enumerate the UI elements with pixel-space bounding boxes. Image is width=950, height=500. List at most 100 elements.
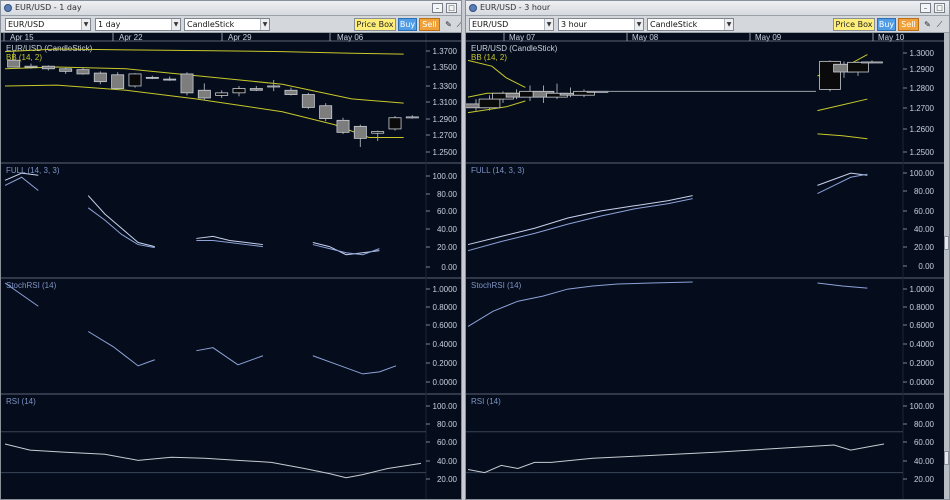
chevron-down-icon: ▼ — [81, 19, 90, 30]
bollinger-band-line — [467, 59, 526, 88]
axis-tick-label: 60.00 — [437, 207, 458, 216]
axis-tick-label: 0.2000 — [910, 359, 935, 368]
price-box-button[interactable]: Price Box — [833, 18, 875, 31]
axis-tick-label: 80.00 — [437, 420, 458, 429]
chart-type-select[interactable]: CandleStick ▼ — [647, 18, 734, 31]
window-titlebar[interactable]: EUR/USD - 3 hour – □ — [466, 1, 949, 16]
date-label: May 07 — [509, 33, 536, 42]
axis-tick-label: 100.00 — [433, 172, 458, 181]
buy-button[interactable]: Buy — [398, 18, 417, 31]
maximize-button[interactable]: □ — [446, 3, 457, 13]
candle-body — [319, 105, 333, 120]
axis-tick-label: 1.0000 — [910, 285, 935, 294]
candle-body — [128, 73, 142, 87]
candle-body — [847, 61, 869, 73]
chart-window-daily[interactable]: EUR/USD - 1 day – □ EUR/USD ▼ 1 day ▼ Cand… — [0, 0, 462, 500]
axis-tick-label: 0.8000 — [433, 303, 458, 312]
axis-tick-label: 1.3300 — [433, 82, 458, 91]
candle-body — [405, 116, 419, 119]
chevron-down-icon: ▼ — [171, 19, 180, 30]
axis-tick-label: 100.00 — [433, 402, 458, 411]
candle-body — [267, 85, 281, 88]
candle-body — [197, 89, 211, 99]
axis-tick-label: 40.00 — [914, 225, 935, 234]
axis-tick-label: 0.00 — [441, 263, 457, 272]
candle-body — [24, 65, 38, 68]
pencil-icon[interactable]: ✎ — [443, 19, 454, 30]
symbol-select-value: EUR/USD — [472, 20, 509, 29]
timeframe-select[interactable]: 1 day ▼ — [95, 18, 181, 31]
axis-tick-label: 20.00 — [437, 475, 458, 484]
axis-tick-label: 0.0000 — [433, 378, 458, 387]
axis-tick-label: 0.8000 — [910, 303, 935, 312]
date-label: Apr 29 — [228, 33, 252, 42]
axis-tick-label: 20.00 — [914, 243, 935, 252]
axis-tick-label: 100.00 — [910, 169, 935, 178]
minimize-button[interactable]: – — [920, 3, 931, 13]
axis-tick-label: 0.2000 — [433, 359, 458, 368]
axis-tick-label: 1.2500 — [910, 148, 935, 157]
chart-area[interactable]: May 07 May 08 May 09 May 10 EUR/USD (CandleS… — [466, 33, 949, 499]
candle-body — [215, 92, 229, 96]
bollinger-band-line — [817, 98, 868, 112]
symbol-select[interactable]: EUR/USD ▼ — [5, 18, 91, 31]
sell-button[interactable]: Sell — [898, 18, 919, 31]
axis-tick-label: 60.00 — [914, 207, 935, 216]
chart-window-3hour[interactable]: EUR/USD - 3 hour – □ EUR/USD ▼ 3 hour ▼ Ca… — [465, 0, 950, 500]
stochrsi-line — [312, 355, 397, 375]
axis-tick-label: 40.00 — [437, 457, 458, 466]
axis-tick-label: 1.3100 — [433, 98, 458, 107]
axis-tick-label: 80.00 — [914, 420, 935, 429]
axis-tick-label: 40.00 — [437, 225, 458, 234]
candle-body — [301, 94, 315, 108]
chart-area[interactable]: Apr 15 Apr 22 Apr 29 May 06 EUR/USD (CandleS… — [1, 33, 461, 499]
buy-button[interactable]: Buy — [877, 18, 896, 31]
scroll-thumb[interactable] — [944, 451, 949, 465]
line-tool-icon[interactable]: ⟋ — [934, 19, 945, 30]
candle-body — [180, 73, 194, 94]
panel-title: StochRSI (14) — [471, 281, 522, 290]
axis-tick-label: 20.00 — [914, 475, 935, 484]
date-label: Apr 15 — [10, 33, 34, 42]
stoch-d-line — [467, 198, 693, 252]
scroll-thumb[interactable] — [944, 236, 949, 250]
line-tool-icon[interactable]: ⟋ — [454, 19, 461, 30]
candle-body — [353, 125, 367, 139]
axis-tick-label: 1.2800 — [910, 84, 935, 93]
chart-type-select[interactable]: CandleStick ▼ — [184, 18, 270, 31]
pencil-icon[interactable]: ✎ — [922, 19, 933, 30]
date-label: May 08 — [632, 33, 659, 42]
stoch-d-line — [817, 173, 868, 195]
axis-tick-label: 1.3700 — [433, 47, 458, 56]
timeframe-select-value: 3 hour — [561, 20, 587, 29]
symbol-select[interactable]: EUR/USD ▼ — [469, 18, 554, 31]
date-label: May 09 — [755, 33, 782, 42]
window-title: EUR/USD - 1 day — [15, 3, 82, 12]
chart-scrollbar[interactable] — [944, 33, 949, 499]
axis-tick-label: 1.2700 — [910, 104, 935, 113]
axis-tick-label: 60.00 — [914, 438, 935, 447]
minimize-button[interactable]: – — [432, 3, 443, 13]
axis-tick-label: 60.00 — [437, 438, 458, 447]
panel-title: RSI (14) — [6, 397, 36, 406]
stoch-k-line — [817, 172, 868, 186]
chart-canvas[interactable]: May 07 May 08 May 09 May 10 EUR/USD (CandleS… — [466, 33, 946, 500]
price-box-button[interactable]: Price Box — [354, 18, 396, 31]
sell-button[interactable]: Sell — [419, 18, 440, 31]
candle-body — [41, 65, 55, 70]
panel-subtitle: BB (14, 2) — [471, 53, 507, 62]
axis-tick-label: 1.2500 — [433, 148, 458, 157]
chart-type-select-value: CandleStick — [187, 20, 235, 29]
chevron-down-icon: ▼ — [634, 19, 643, 30]
bollinger-band-line — [817, 133, 868, 140]
axis-tick-label: 1.3500 — [433, 63, 458, 72]
stoch-d-line — [4, 176, 39, 191]
axis-tick-label: 1.2900 — [910, 65, 935, 74]
chart-canvas[interactable]: Apr 15 Apr 22 Apr 29 May 06 EUR/USD (CandleS… — [1, 33, 462, 500]
timeframe-select[interactable]: 3 hour ▼ — [558, 18, 644, 31]
stochrsi-line — [817, 282, 868, 289]
maximize-button[interactable]: □ — [934, 3, 945, 13]
candle-body — [284, 89, 298, 95]
candle-body — [93, 72, 107, 83]
window-titlebar[interactable]: EUR/USD - 1 day – □ — [1, 1, 461, 16]
